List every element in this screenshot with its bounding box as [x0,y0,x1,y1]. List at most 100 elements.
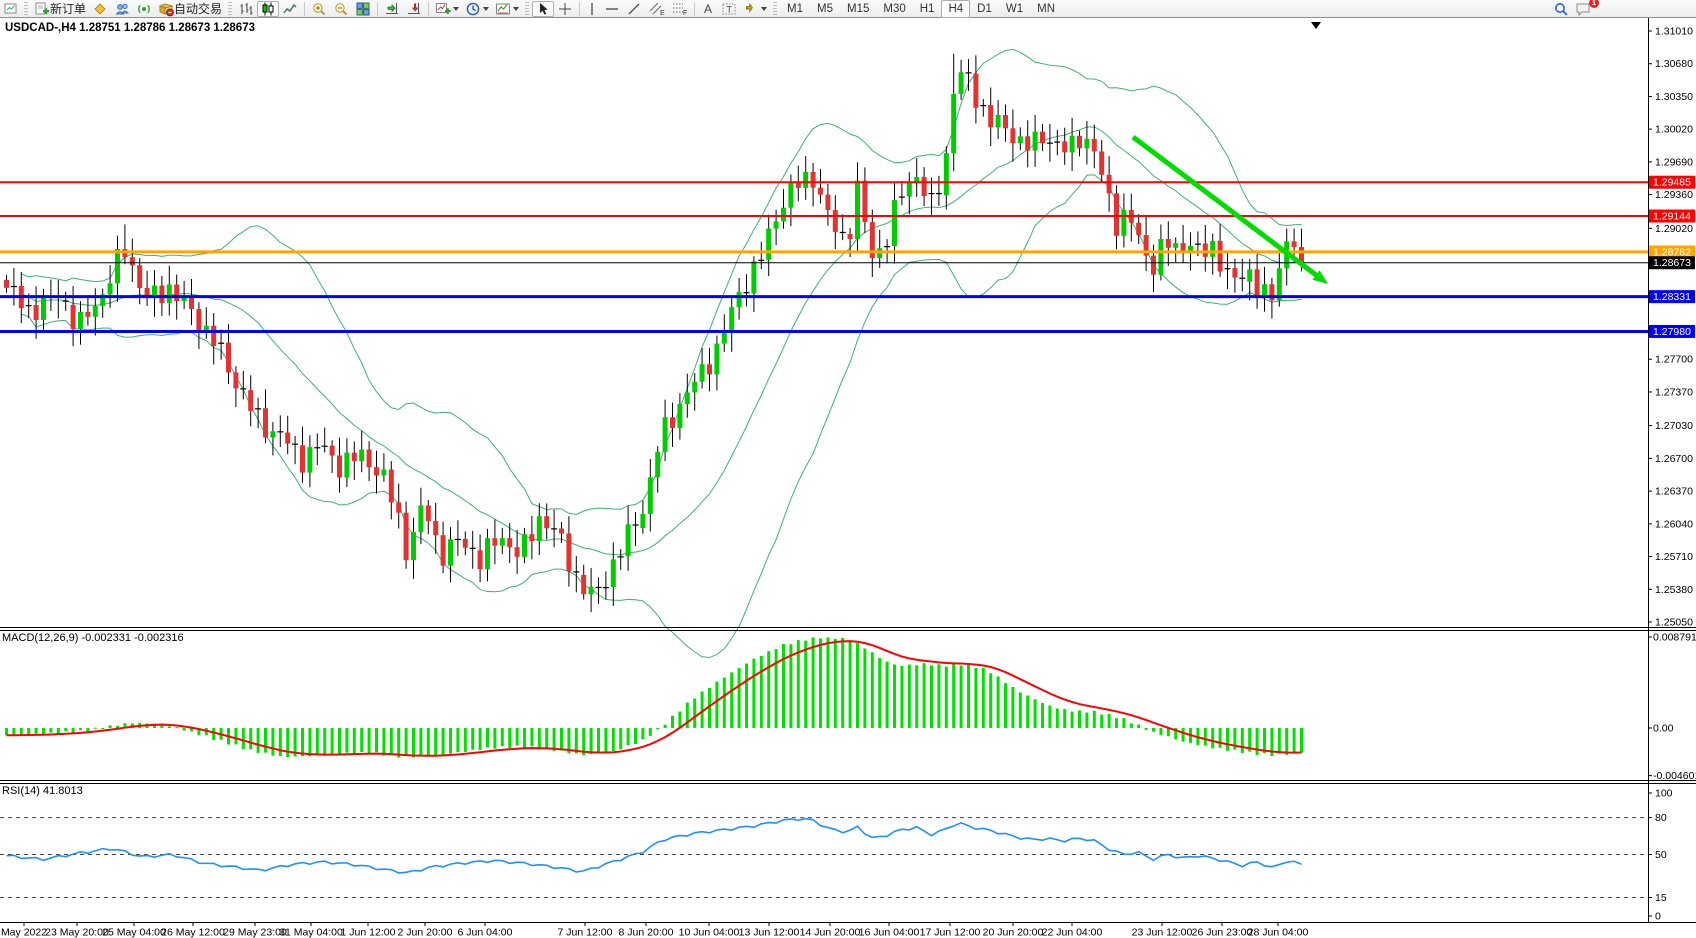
price-badge-label: 1.28673 [1653,257,1691,269]
toolbar-separator [694,2,695,16]
fibonacci-button[interactable]: F [668,1,691,17]
vertical-line-button[interactable] [583,1,601,17]
price-tick-label: 1.27700 [1655,354,1693,366]
bar-chart-button[interactable] [235,1,257,17]
time-tick-label: 20 Jun 20:00 [983,927,1044,938]
timeframe-M1[interactable]: M1 [780,0,810,18]
periods-button[interactable] [462,1,492,17]
chart-shift-button[interactable] [403,1,425,17]
time-tick-label: 2 Jun 20:00 [398,927,453,938]
cursor-button[interactable] [532,1,554,17]
arrows-button[interactable] [740,1,770,17]
toolbar-grip [525,2,529,16]
toolbar-separator [304,2,305,16]
macd-indicator-label: MACD(12,26,9) -0.002331 -0.002316 [2,632,184,644]
bollinger-upper [21,49,1301,514]
indicators-button[interactable] [432,1,462,17]
text-label-button[interactable]: T [718,1,740,17]
price-tick-label: 1.27370 [1655,386,1693,398]
rsi-indicator-label: RSI(14) 41.8013 [2,785,83,797]
crosshair-button[interactable] [554,1,576,17]
price-tick-label: 1.29690 [1655,156,1693,168]
time-tick-label: 1 Jun 12:00 [341,927,396,938]
time-tick-label: May 2022 [1,927,47,938]
macd-axis-label: 0.00 [1653,723,1674,735]
time-tick-label: 26 May 12:00 [161,927,225,938]
rsi-axis-label: 15 [1655,892,1667,904]
new-order-label: 新订单 [50,0,86,17]
label-glyph: T [727,4,733,14]
auto-scroll-button[interactable] [381,1,403,17]
price-badge-label: 1.29144 [1653,211,1691,223]
channel-button[interactable]: E [645,1,668,17]
rsi-axis-label: 80 [1655,812,1667,824]
chart-title: USDCAD-,H4 1.28751 1.28786 1.28673 1.286… [5,22,255,34]
arrows-caret [761,7,767,11]
price-tick-label: 1.26700 [1655,453,1693,465]
time-tick-label: 17 Jun 12:00 [920,927,981,938]
price-tick-label: 1.30020 [1655,124,1693,136]
indicators-caret [453,7,459,11]
time-tick-label: 26 Jun 23:00 [1192,927,1253,938]
timeframe-W1[interactable]: W1 [999,0,1030,18]
templates-button[interactable] [492,1,522,17]
signal-button[interactable] [133,1,155,17]
new-order-icon [34,1,50,17]
price-badge-label: 1.29485 [1653,177,1691,189]
highlight-button[interactable] [89,1,111,17]
community-button[interactable] [111,1,133,17]
periods-caret [483,7,489,11]
text-button[interactable]: A [698,1,718,17]
timeframe-M5[interactable]: M5 [810,0,840,18]
time-tick-label: 29 May 23:00 [223,927,287,938]
line-chart-button[interactable] [279,1,301,17]
toolbar-grip [228,2,232,16]
price-tick-label: 1.31010 [1655,26,1693,38]
rsi-axis-label: 0 [1655,911,1661,923]
macd-axis-label: 0.008791 [1653,632,1696,644]
macd-signal-line [7,641,1302,756]
notification-badge: 1 [1589,0,1599,8]
candle-chart-button[interactable] [257,1,279,17]
time-tick-label: 6 Jun 04:00 [458,927,513,938]
zoom-out-button[interactable] [330,1,352,17]
time-tick-label: 25 May 04:00 [102,927,166,938]
time-tick-label: 23 May 20:00 [45,927,109,938]
new-chart-button[interactable] [1,1,21,17]
chart-canvas[interactable]: 1.310101.306801.303501.300201.296901.293… [0,18,1696,938]
price-tick-label: 1.25050 [1655,617,1693,629]
timeframe-D1[interactable]: D1 [970,0,999,18]
timeframe-M30[interactable]: M30 [876,0,912,18]
rsi-axis-label: 50 [1655,849,1667,861]
horizontal-line-button[interactable] [601,1,623,17]
timeframe-M15[interactable]: M15 [840,0,876,18]
time-tick-label: 8 Jun 20:00 [619,927,674,938]
price-tick-label: 1.30680 [1655,58,1693,70]
tile-windows-button[interactable] [352,1,374,17]
time-tick-label: 16 Jun 04:00 [859,927,920,938]
trendline-button[interactable] [623,1,645,17]
price-badge-label: 1.27980 [1653,326,1691,338]
toolbar-grip [773,2,777,16]
shift-marker [1311,22,1321,29]
new-order-button[interactable]: 新订单 [31,1,89,17]
price-tick-label: 1.26370 [1655,486,1693,498]
timeframe-H4[interactable]: H4 [941,0,970,18]
price-tick-label: 1.27030 [1655,420,1693,432]
autotrade-button[interactable]: 自动交易 [155,1,225,17]
chart-window: 1.310101.306801.303501.300201.296901.293… [0,18,1696,938]
time-tick-label: 7 Jun 12:00 [558,927,613,938]
fibo-glyph: F [683,10,687,17]
autotrade-label: 自动交易 [174,0,222,17]
search-button[interactable] [1550,1,1572,17]
zoom-in-button[interactable] [308,1,330,17]
timeframe-H1[interactable]: H1 [913,0,942,18]
price-tick-label: 1.29360 [1655,189,1693,201]
macd-axis-label: -0.004601 [1653,770,1696,782]
text-glyph: A [704,2,712,16]
templates-caret [513,7,519,11]
time-tick-label: 23 Jun 12:00 [1132,927,1193,938]
timeframe-MN[interactable]: MN [1030,0,1062,18]
time-tick-label: 22 Jun 04:00 [1042,927,1103,938]
notifications-button[interactable]: 1 [1572,1,1595,17]
